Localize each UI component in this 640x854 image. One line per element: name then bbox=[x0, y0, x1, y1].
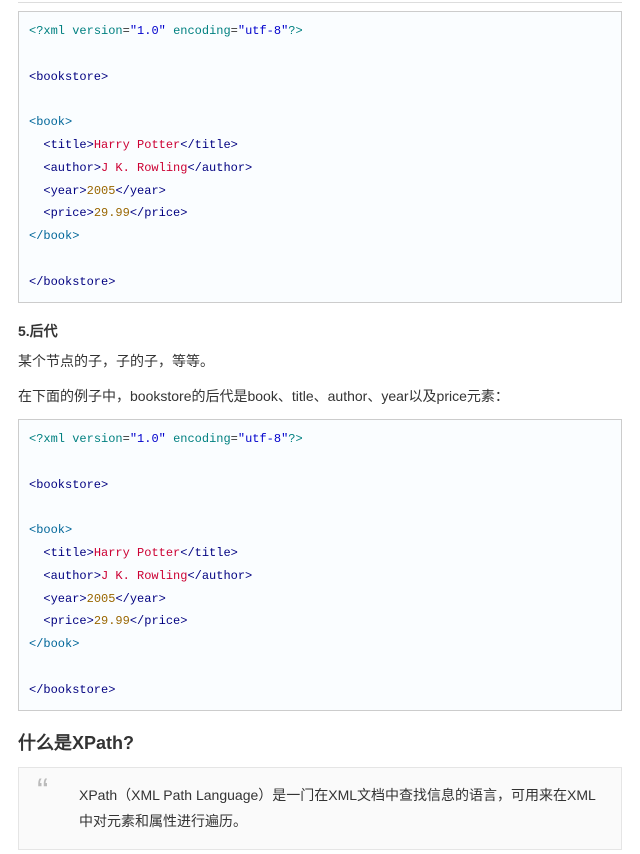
attr-encoding-name: encoding bbox=[173, 24, 231, 38]
divider bbox=[18, 2, 622, 3]
price-text: 29.99 bbox=[94, 206, 130, 220]
book-close: </book> bbox=[29, 229, 79, 243]
xml-decl-open: <? bbox=[29, 432, 43, 446]
xml-decl-open: <? bbox=[29, 24, 43, 38]
equals: = bbox=[123, 24, 130, 38]
year-close: </year> bbox=[115, 184, 165, 198]
indent bbox=[29, 161, 43, 175]
bookstore-close: </bookstore> bbox=[29, 683, 115, 697]
attr-encoding-name: encoding bbox=[173, 432, 231, 446]
xml-decl-name: xml bbox=[43, 432, 65, 446]
section-5-p1: 某个节点的子，子的子，等等。 bbox=[18, 349, 622, 374]
attr-version-name: version bbox=[72, 24, 122, 38]
indent bbox=[29, 614, 43, 628]
author-text: J K. Rowling bbox=[101, 569, 187, 583]
bookstore-close: </bookstore> bbox=[29, 275, 115, 289]
indent bbox=[29, 546, 43, 560]
title-open: <title> bbox=[43, 138, 93, 152]
xml-decl-close: ?> bbox=[288, 432, 302, 446]
xpath-heading: 什么是XPath? bbox=[18, 729, 622, 755]
indent bbox=[29, 138, 43, 152]
book-close: </book> bbox=[29, 637, 79, 651]
title-text: Harry Potter bbox=[94, 546, 180, 560]
space bbox=[166, 432, 173, 446]
author-open: <author> bbox=[43, 569, 101, 583]
xml-decl-name: xml bbox=[43, 24, 65, 38]
attr-version-name: version bbox=[72, 432, 122, 446]
equals: = bbox=[123, 432, 130, 446]
indent bbox=[29, 569, 43, 583]
xpath-quote-text: XPath（XML Path Language）是一门在XML文档中查找信息的语… bbox=[79, 787, 596, 830]
year-close: </year> bbox=[115, 592, 165, 606]
indent bbox=[29, 206, 43, 220]
year-open: <year> bbox=[43, 592, 86, 606]
indent bbox=[29, 184, 43, 198]
code-block-2: <?xml version="1.0" encoding="utf-8"?> <… bbox=[18, 419, 622, 711]
quote-icon: “ bbox=[37, 774, 48, 808]
xml-decl-close: ?> bbox=[288, 24, 302, 38]
bookstore-open: <bookstore> bbox=[29, 478, 108, 492]
year-text: 2005 bbox=[87, 184, 116, 198]
attr-version-val: "1.0" bbox=[130, 432, 166, 446]
equals: = bbox=[231, 24, 238, 38]
price-close: </price> bbox=[130, 614, 188, 628]
price-close: </price> bbox=[130, 206, 188, 220]
year-text: 2005 bbox=[87, 592, 116, 606]
price-text: 29.99 bbox=[94, 614, 130, 628]
book-open: <book> bbox=[29, 523, 72, 537]
code-block-1: <?xml version="1.0" encoding="utf-8"?> <… bbox=[18, 11, 622, 303]
author-text: J K. Rowling bbox=[101, 161, 187, 175]
price-open: <price> bbox=[43, 614, 93, 628]
section-5-heading: 5.后代 bbox=[18, 321, 622, 341]
title-close: </title> bbox=[180, 138, 238, 152]
bookstore-open: <bookstore> bbox=[29, 70, 108, 84]
indent bbox=[29, 592, 43, 606]
title-open: <title> bbox=[43, 546, 93, 560]
title-text: Harry Potter bbox=[94, 138, 180, 152]
attr-version-val: "1.0" bbox=[130, 24, 166, 38]
section-5-p2: 在下面的例子中，bookstore的后代是book、title、author、y… bbox=[18, 384, 622, 409]
attr-encoding-val: "utf-8" bbox=[238, 24, 288, 38]
price-open: <price> bbox=[43, 206, 93, 220]
equals: = bbox=[231, 432, 238, 446]
title-close: </title> bbox=[180, 546, 238, 560]
book-open: <book> bbox=[29, 115, 72, 129]
year-open: <year> bbox=[43, 184, 86, 198]
author-open: <author> bbox=[43, 161, 101, 175]
author-close: </author> bbox=[187, 569, 252, 583]
attr-encoding-val: "utf-8" bbox=[238, 432, 288, 446]
author-close: </author> bbox=[187, 161, 252, 175]
xpath-quote-block: “ XPath（XML Path Language）是一门在XML文档中查找信息… bbox=[18, 767, 622, 850]
space bbox=[166, 24, 173, 38]
